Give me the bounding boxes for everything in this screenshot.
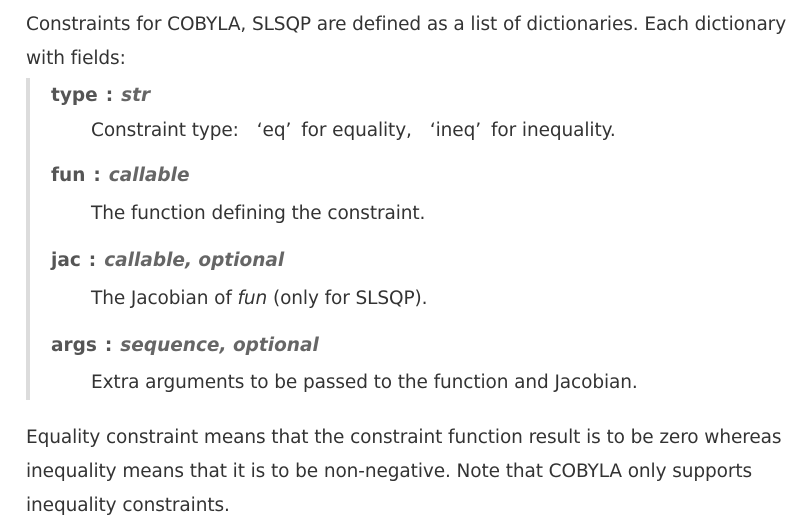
- field-jac-description: The Jacobian of fun (only for SLSQP).: [91, 284, 428, 314]
- field-name-label: jac: [51, 250, 81, 271]
- field-name-label: fun: [51, 165, 86, 186]
- eq-literal: ‘eq’: [256, 120, 292, 141]
- field-type-label: str: [121, 85, 151, 106]
- field-separator: :: [105, 85, 114, 106]
- desc-text: Extra arguments to be passed to the func…: [91, 372, 638, 393]
- field-fun-name: fun: callable: [51, 161, 190, 191]
- constraint-fields-list: type: str Constraint type: ‘eq’ for equalit…: [26, 78, 800, 400]
- field-name-label: args: [51, 335, 97, 356]
- eq-text: for equality,: [301, 120, 412, 141]
- outro-paragraph: Equality constraint means that the const…: [26, 427, 782, 516]
- desc-prefix: Constraint type:: [91, 120, 239, 141]
- field-args-name: args: sequence, optional: [51, 331, 319, 361]
- field-type-name: type: str: [51, 81, 150, 111]
- field-type-label: callable, optional: [104, 250, 285, 271]
- field-type-label: callable: [108, 165, 190, 186]
- field-separator: :: [93, 165, 101, 186]
- desc-emphasis: fun: [237, 288, 268, 309]
- field-type-label: sequence, optional: [120, 335, 319, 356]
- ineq-literal: ‘ineq’: [429, 120, 481, 141]
- field-separator: :: [104, 335, 113, 356]
- desc-suffix: (only for SLSQP).: [272, 288, 428, 309]
- desc-prefix: The Jacobian of: [91, 288, 232, 309]
- ineq-text: for inequality.: [491, 120, 616, 141]
- field-jac-name: jac: callable, optional: [51, 246, 284, 276]
- field-fun-description: The function defining the constraint.: [91, 199, 425, 229]
- desc-text: The function defining the constraint.: [91, 203, 426, 224]
- field-type-description: Constraint type: ‘eq’ for equality, ‘ineq’ f…: [91, 116, 616, 146]
- field-name-label: type: [51, 85, 98, 106]
- intro-paragraph: Constraints for COBYLA, SLSQP are define…: [26, 14, 787, 69]
- field-args-description: Extra arguments to be passed to the func…: [91, 368, 638, 398]
- field-separator: :: [88, 250, 97, 271]
